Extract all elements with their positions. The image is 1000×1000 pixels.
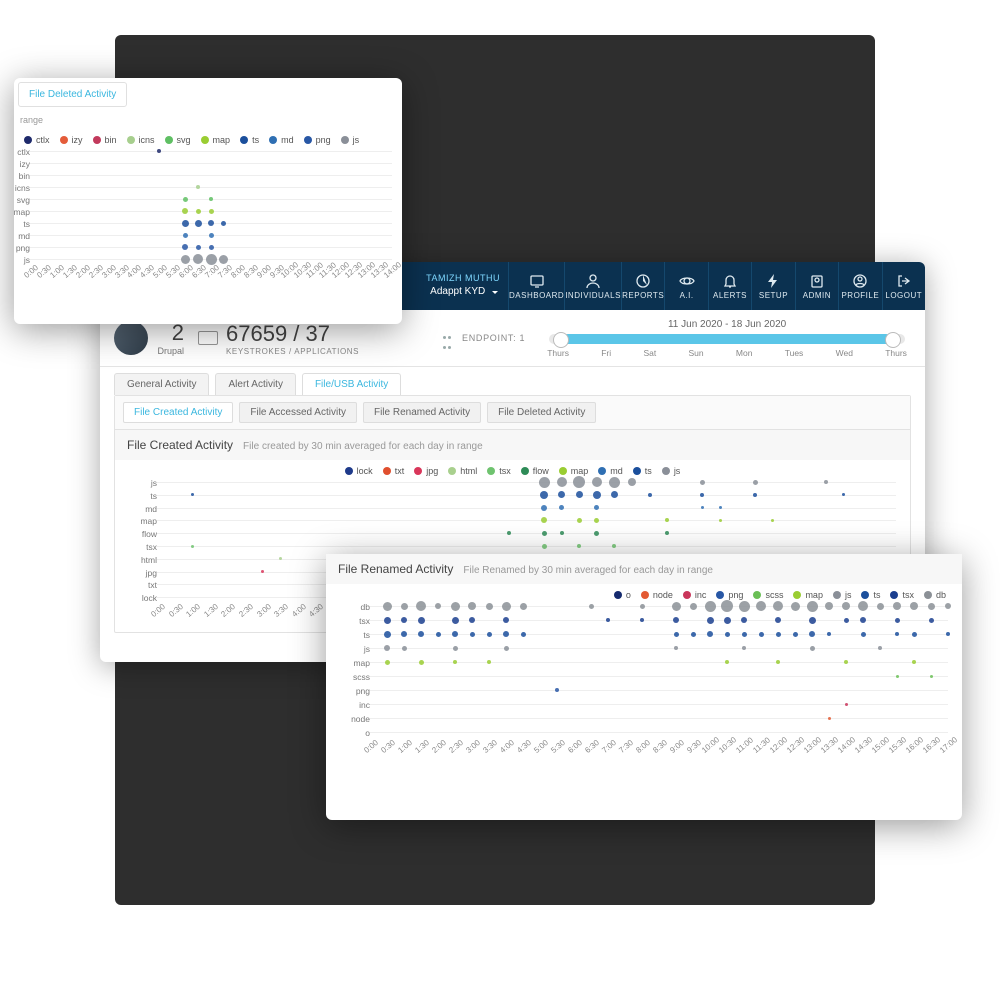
endpoint-icon bbox=[442, 332, 454, 344]
org-select[interactable]: Adappt KYD bbox=[426, 283, 500, 300]
chart-subtitle: File created by 30 min averaged for each… bbox=[243, 441, 483, 452]
tab-file-usb-activity[interactable]: File/USB Activity bbox=[302, 373, 401, 395]
nav-individuals[interactable]: INDIVIDUALS bbox=[564, 262, 621, 310]
nav-logout[interactable]: LOGOUT bbox=[882, 262, 925, 310]
legend-map: map bbox=[201, 135, 231, 145]
nav-reports[interactable]: REPORTS bbox=[621, 262, 664, 310]
file-deleted-chart: ctlxizybinicnssvgmaptsmdpngjs bbox=[24, 151, 392, 271]
chart-title: File Created Activity bbox=[127, 438, 233, 452]
legend-svg: svg bbox=[165, 135, 191, 145]
platform-label: Drupal bbox=[156, 346, 184, 356]
file-renamed-chart: dbtsxtsjsmapscsspngincnodeo bbox=[340, 606, 948, 746]
keystroke-label: KEYSTROKES / APPLICATIONS bbox=[226, 347, 359, 356]
legend-js: js bbox=[833, 590, 852, 600]
legend-ctlx: ctlx bbox=[24, 135, 50, 145]
current-user: TAMIZH MUTHU bbox=[426, 273, 500, 283]
nav-alerts[interactable]: ALERTS bbox=[708, 262, 751, 310]
date-range-picker[interactable]: 11 Jun 2020 - 18 Jun 2020 ThursFriSatSun… bbox=[543, 319, 911, 358]
legend-js: js bbox=[341, 135, 360, 145]
legend-icns: icns bbox=[127, 135, 155, 145]
legend-html: html bbox=[448, 466, 477, 476]
legend-db: db bbox=[924, 590, 946, 600]
subtab-file-accessed-activity[interactable]: File Accessed Activity bbox=[239, 402, 357, 423]
file-renamed-popout: File Renamed Activity File Renamed by 30… bbox=[326, 554, 962, 820]
tab-file-deleted[interactable]: File Deleted Activity bbox=[18, 82, 127, 107]
legend-md: md bbox=[269, 135, 294, 145]
legend-node: node bbox=[641, 590, 673, 600]
subtab-file-renamed-activity[interactable]: File Renamed Activity bbox=[363, 402, 481, 423]
endpoint-label: ENDPOINT: 1 bbox=[462, 333, 525, 343]
legend-md: md bbox=[598, 466, 623, 476]
nav-profile[interactable]: PROFILE bbox=[838, 262, 881, 310]
legend-ts: ts bbox=[633, 466, 652, 476]
legend-txt: txt bbox=[383, 466, 405, 476]
file-deleted-popout: File Deleted Activity range ctlxizybinic… bbox=[14, 78, 402, 324]
legend-izy: izy bbox=[60, 135, 83, 145]
nav-dashboard[interactable]: DASHBOARD bbox=[508, 262, 564, 310]
legend-inc: inc bbox=[683, 590, 707, 600]
legend-png: png bbox=[304, 135, 331, 145]
renamed-subtitle: File Renamed by 30 min averaged for each… bbox=[463, 565, 713, 576]
legend-tsx: tsx bbox=[487, 466, 511, 476]
nav-ai[interactable]: A.I. bbox=[664, 262, 707, 310]
legend-lock: lock bbox=[345, 466, 373, 476]
keystroke-count: 67659 / 37 bbox=[226, 321, 359, 347]
legend-tsx: tsx bbox=[890, 590, 914, 600]
nav-admin[interactable]: ADMIN bbox=[795, 262, 838, 310]
legend-bin: bin bbox=[93, 135, 117, 145]
legend-o: o bbox=[614, 590, 631, 600]
subtab-file-created-activity[interactable]: File Created Activity bbox=[123, 402, 233, 423]
legend-map: map bbox=[793, 590, 823, 600]
legend-png: png bbox=[716, 590, 743, 600]
tab-general-activity[interactable]: General Activity bbox=[114, 373, 209, 395]
legend-js: js bbox=[662, 466, 681, 476]
legend-ts: ts bbox=[240, 135, 259, 145]
subtabs: File Created Activity File Accessed Activ… bbox=[115, 396, 910, 430]
avatar bbox=[114, 321, 148, 355]
deleted-subtitle: range bbox=[14, 111, 402, 129]
tab-alert-activity[interactable]: Alert Activity bbox=[215, 373, 295, 395]
keyboard-icon bbox=[198, 331, 218, 345]
tabs: General Activity Alert Activity File/USB A… bbox=[100, 367, 925, 395]
legend: locktxtjpghtmltsxflowmapmdtsjs bbox=[115, 460, 910, 482]
renamed-title: File Renamed Activity bbox=[338, 562, 453, 576]
legend-map: map bbox=[559, 466, 589, 476]
legend-scss: scss bbox=[753, 590, 783, 600]
subtab-file-deleted-activity[interactable]: File Deleted Activity bbox=[487, 402, 596, 423]
legend-flow: flow bbox=[521, 466, 549, 476]
legend-jpg: jpg bbox=[414, 466, 438, 476]
nav-setup[interactable]: SETUP bbox=[751, 262, 794, 310]
date-range-text: 11 Jun 2020 - 18 Jun 2020 bbox=[543, 319, 911, 330]
chart-title-bar: File Created Activity File created by 30… bbox=[115, 430, 910, 460]
legend-ts: ts bbox=[861, 590, 880, 600]
